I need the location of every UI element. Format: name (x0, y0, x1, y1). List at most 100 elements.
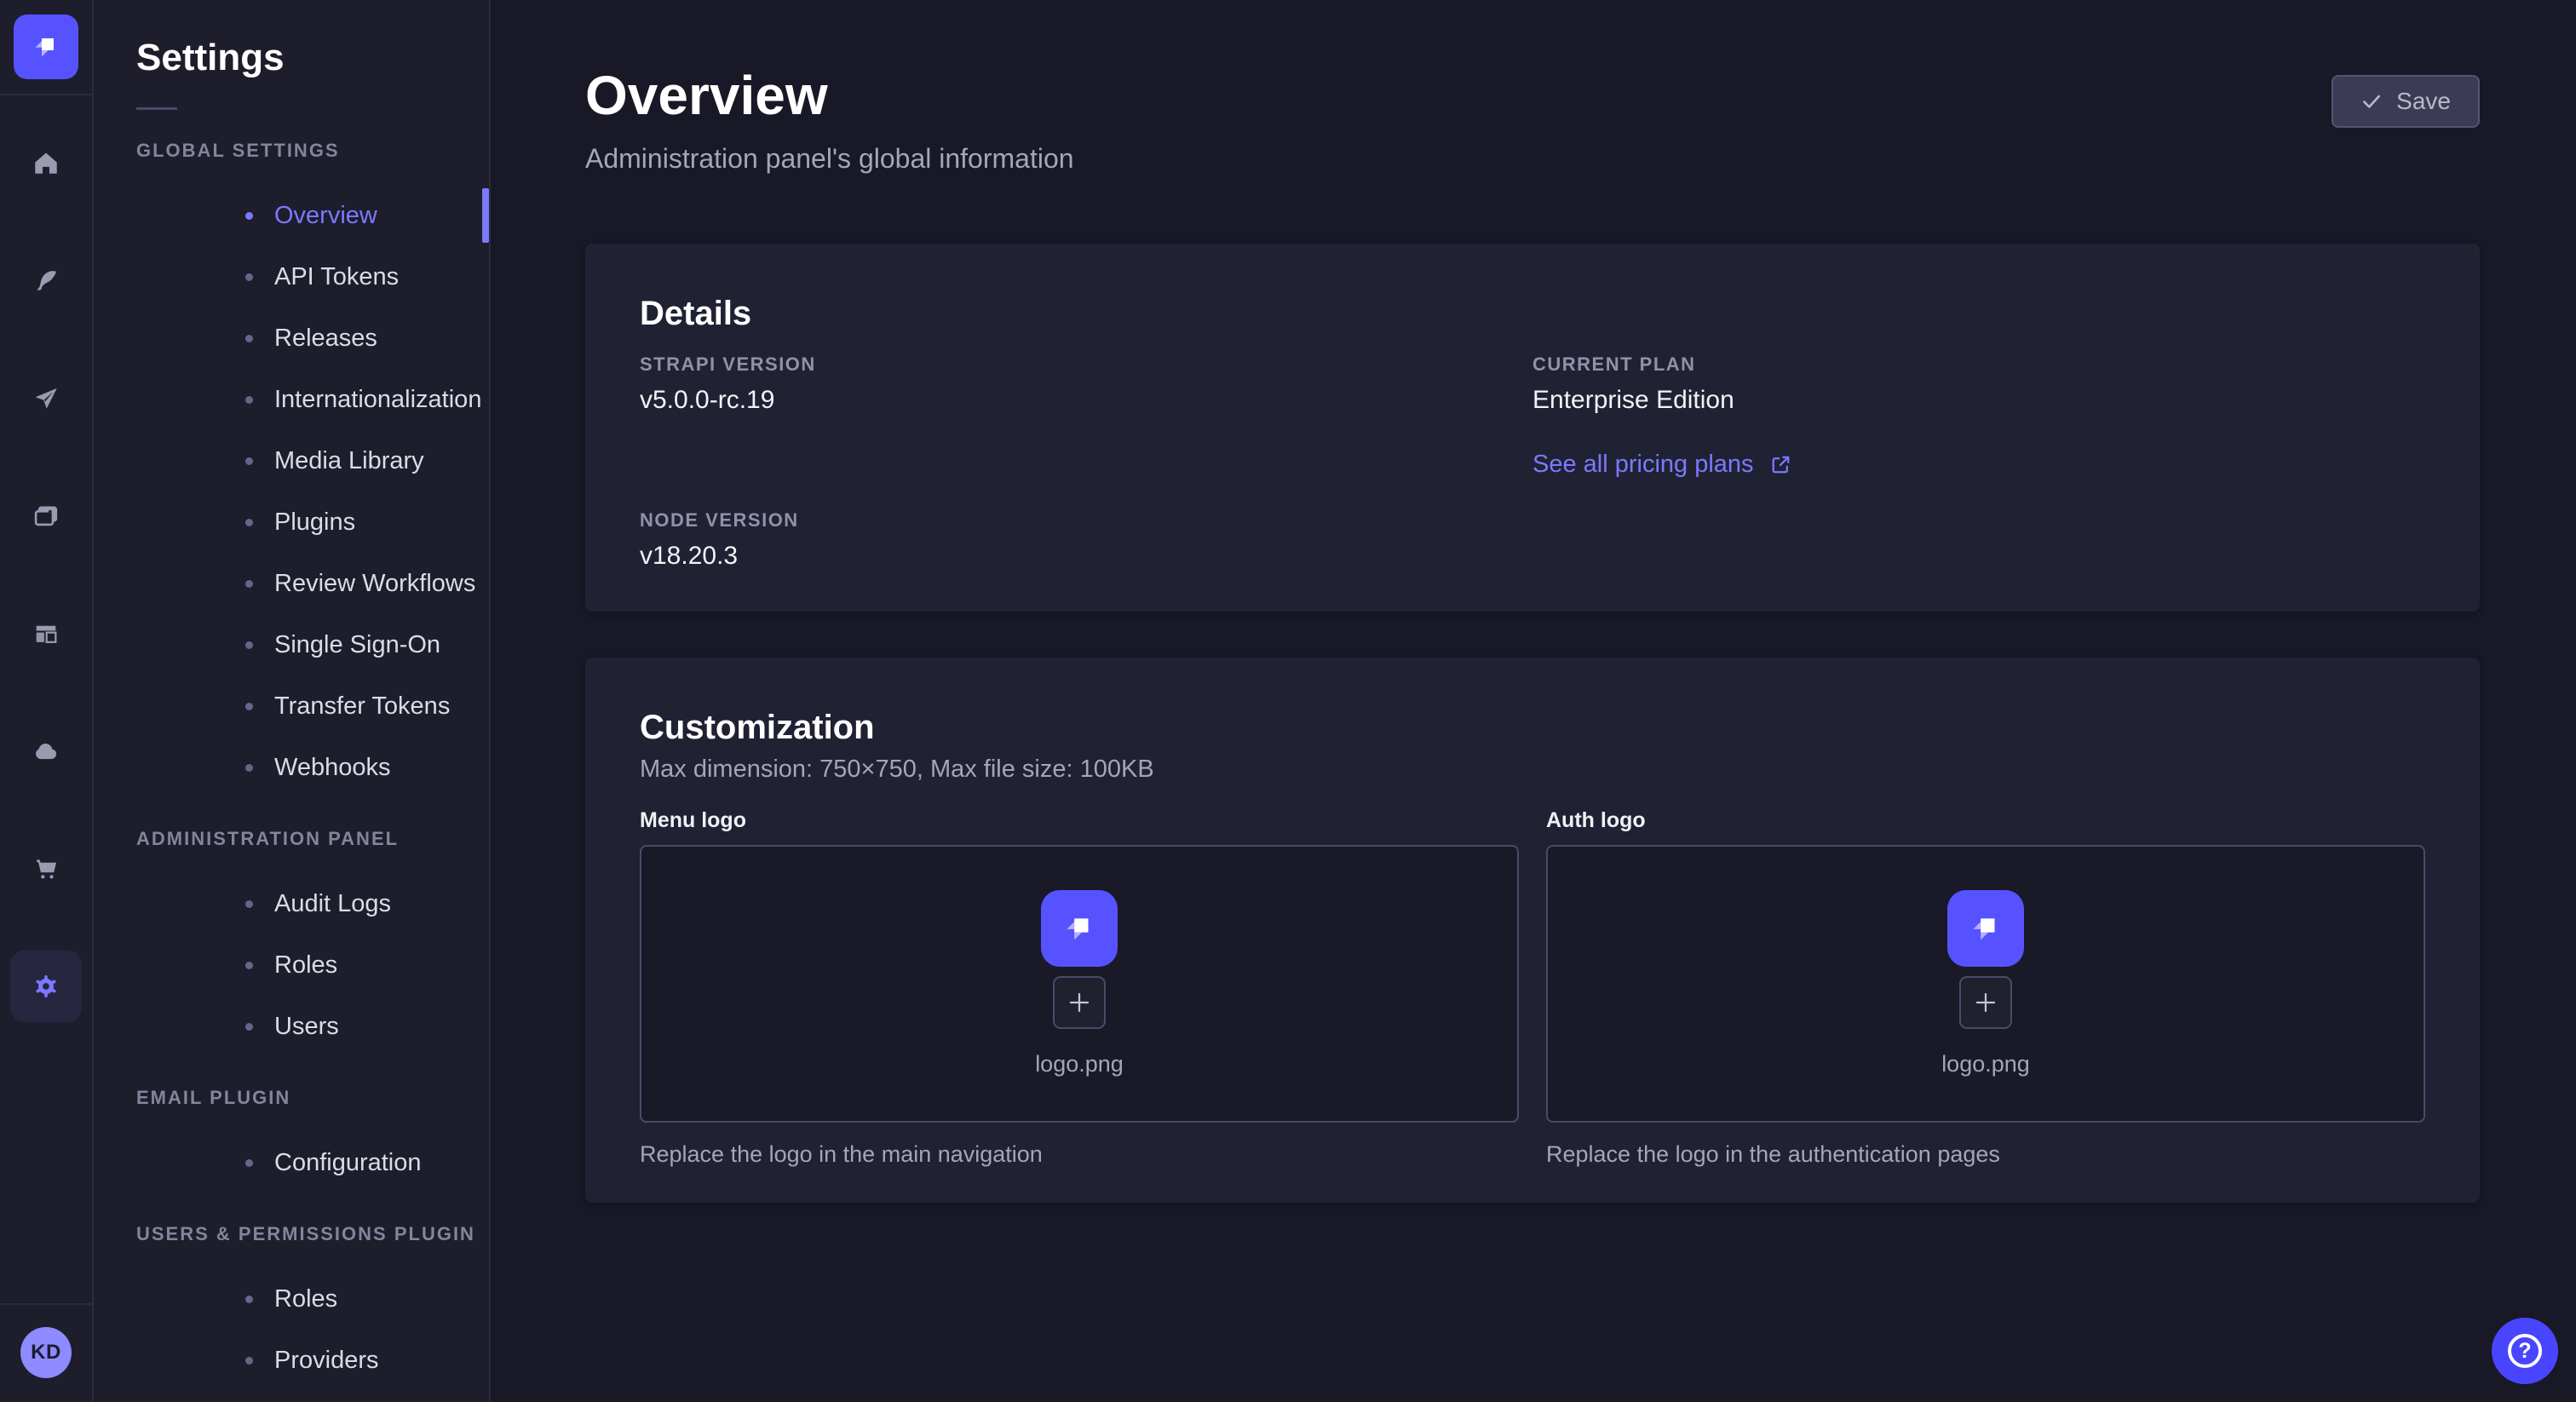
subnav-item-label: Internationalization (274, 386, 481, 414)
question-mark-icon: ? (2508, 1334, 2542, 1368)
subnav-item-label: Providers (274, 1347, 379, 1375)
current-plan-value: Enterprise Edition (1532, 384, 2425, 417)
current-plan-field: CURRENT PLAN Enterprise Edition (1532, 353, 2425, 417)
page-subtitle: Administration panel's global informatio… (585, 141, 1074, 175)
check-icon (2360, 90, 2383, 112)
bullet-icon (245, 1159, 253, 1167)
section-label-global-settings: GLOBAL SETTINGS (94, 134, 489, 168)
menu-logo-dropzone[interactable]: logo.png (640, 845, 1519, 1123)
auth-logo-add-button[interactable] (1959, 976, 2012, 1029)
subnav-item-admin-users[interactable]: Users (94, 996, 489, 1057)
node-version-label: NODE VERSION (640, 509, 1532, 532)
details-card: Details STRAPI VERSION v5.0.0-rc.19 NODE… (585, 244, 2480, 612)
subnav-item-label: API Tokens (274, 263, 399, 291)
settings-gear-icon[interactable] (10, 951, 82, 1022)
subnav-item-releases[interactable]: Releases (94, 307, 489, 369)
bullet-icon (245, 764, 253, 772)
save-button[interactable]: Save (2332, 75, 2480, 128)
bullet-icon (245, 962, 253, 969)
subnav-item-label: Roles (274, 951, 337, 980)
section-label-users-permissions-plugin: USERS & PERMISSIONS PLUGIN (94, 1217, 489, 1251)
bullet-icon (245, 1023, 253, 1031)
subnav-item-label: Single Sign-On (274, 631, 440, 659)
details-card-title: Details (640, 291, 2425, 336)
subnav-item-up-roles[interactable]: Roles (94, 1268, 489, 1330)
auth-logo-upload: Auth logo logo.png (1546, 807, 2425, 1169)
bullet-icon (245, 212, 253, 220)
bullet-icon (245, 273, 253, 281)
menu-logo-add-button[interactable] (1053, 976, 1106, 1029)
subnav-item-internationalization[interactable]: Internationalization (94, 369, 489, 430)
save-button-label: Save (2396, 88, 2451, 115)
strapi-logo-icon[interactable] (14, 14, 78, 79)
bullet-icon (245, 1357, 253, 1365)
bullet-icon (245, 519, 253, 526)
layout-icon[interactable] (10, 598, 82, 669)
main-nav-sidebar: KD (0, 0, 94, 1402)
subnav-item-transfer-tokens[interactable]: Transfer Tokens (94, 675, 489, 737)
auth-logo-filename: logo.png (1941, 1051, 2030, 1077)
bullet-icon (245, 396, 253, 404)
auth-logo-label: Auth logo (1546, 807, 2425, 834)
subnav-item-label: Plugins (274, 509, 355, 537)
bullet-icon (245, 335, 253, 342)
home-icon[interactable] (10, 128, 82, 199)
subnav-item-label: Users (274, 1013, 339, 1041)
bullet-icon (245, 703, 253, 710)
customization-card-subtitle: Max dimension: 750×750, Max file size: 1… (640, 754, 2425, 784)
subnav-item-label: Audit Logs (274, 890, 391, 918)
subnav-item-audit-logs[interactable]: Audit Logs (94, 873, 489, 934)
customization-card-title: Customization (640, 705, 2425, 750)
subnav-item-webhooks[interactable]: Webhooks (94, 737, 489, 798)
external-link-icon (1769, 453, 1792, 476)
subnav-item-media-library[interactable]: Media Library (94, 430, 489, 491)
help-button[interactable]: ? (2492, 1318, 2558, 1384)
node-version-field: NODE VERSION v18.20.3 (640, 509, 1532, 572)
subnav-item-label: Review Workflows (274, 570, 475, 598)
menu-logo-caption: Replace the logo in the main navigation (640, 1140, 1519, 1169)
subnav-title: Settings (94, 34, 489, 82)
bullet-icon (245, 580, 253, 588)
cloud-icon[interactable] (10, 715, 82, 787)
bullet-icon (245, 457, 253, 465)
page-title: Overview (585, 65, 1074, 126)
subnav-item-label: Overview (274, 202, 377, 230)
subnav-item-label: Media Library (274, 447, 424, 475)
subnav-item-review-workflows[interactable]: Review Workflows (94, 553, 489, 614)
plus-icon (1067, 990, 1092, 1015)
pricing-plans-link-label: See all pricing plans (1532, 451, 1754, 479)
subnav-item-plugins[interactable]: Plugins (94, 491, 489, 553)
customization-card: Customization Max dimension: 750×750, Ma… (585, 658, 2480, 1203)
menu-logo-filename: logo.png (1035, 1051, 1124, 1077)
feather-icon[interactable] (10, 245, 82, 317)
subnav-item-label: Transfer Tokens (274, 692, 450, 721)
subnav-item-overview[interactable]: Overview (94, 185, 489, 246)
menu-logo-preview-icon (1041, 890, 1118, 967)
strapi-version-value: v5.0.0-rc.19 (640, 384, 1532, 417)
subnav-item-email-configuration[interactable]: Configuration (94, 1132, 489, 1193)
auth-logo-preview-icon (1947, 890, 2024, 967)
bullet-icon (245, 1296, 253, 1303)
auth-logo-dropzone[interactable]: logo.png (1546, 845, 2425, 1123)
subnav-item-label: Webhooks (274, 754, 391, 782)
cart-icon[interactable] (10, 833, 82, 905)
plus-icon (1973, 990, 1998, 1015)
section-label-email-plugin: EMAIL PLUGIN (94, 1081, 489, 1115)
subnav-item-admin-roles[interactable]: Roles (94, 934, 489, 996)
sidebar-divider (0, 94, 93, 95)
menu-logo-upload: Menu logo logo.png (640, 807, 1519, 1169)
user-avatar[interactable]: KD (20, 1327, 72, 1378)
subnav-item-label: Releases (274, 325, 377, 353)
bullet-icon (245, 641, 253, 649)
strapi-version-field: STRAPI VERSION v5.0.0-rc.19 (640, 353, 1532, 417)
send-icon[interactable] (10, 363, 82, 434)
auth-logo-caption: Replace the logo in the authentication p… (1546, 1140, 2425, 1169)
subnav-item-up-providers[interactable]: Providers (94, 1330, 489, 1391)
subnav-item-api-tokens[interactable]: API Tokens (94, 246, 489, 307)
current-plan-label: CURRENT PLAN (1532, 353, 2425, 376)
media-library-icon[interactable] (10, 480, 82, 552)
pricing-plans-link[interactable]: See all pricing plans (1532, 451, 1792, 479)
node-version-value: v18.20.3 (640, 540, 1532, 572)
subnav-item-label: Roles (274, 1285, 337, 1313)
subnav-item-single-sign-on[interactable]: Single Sign-On (94, 614, 489, 675)
